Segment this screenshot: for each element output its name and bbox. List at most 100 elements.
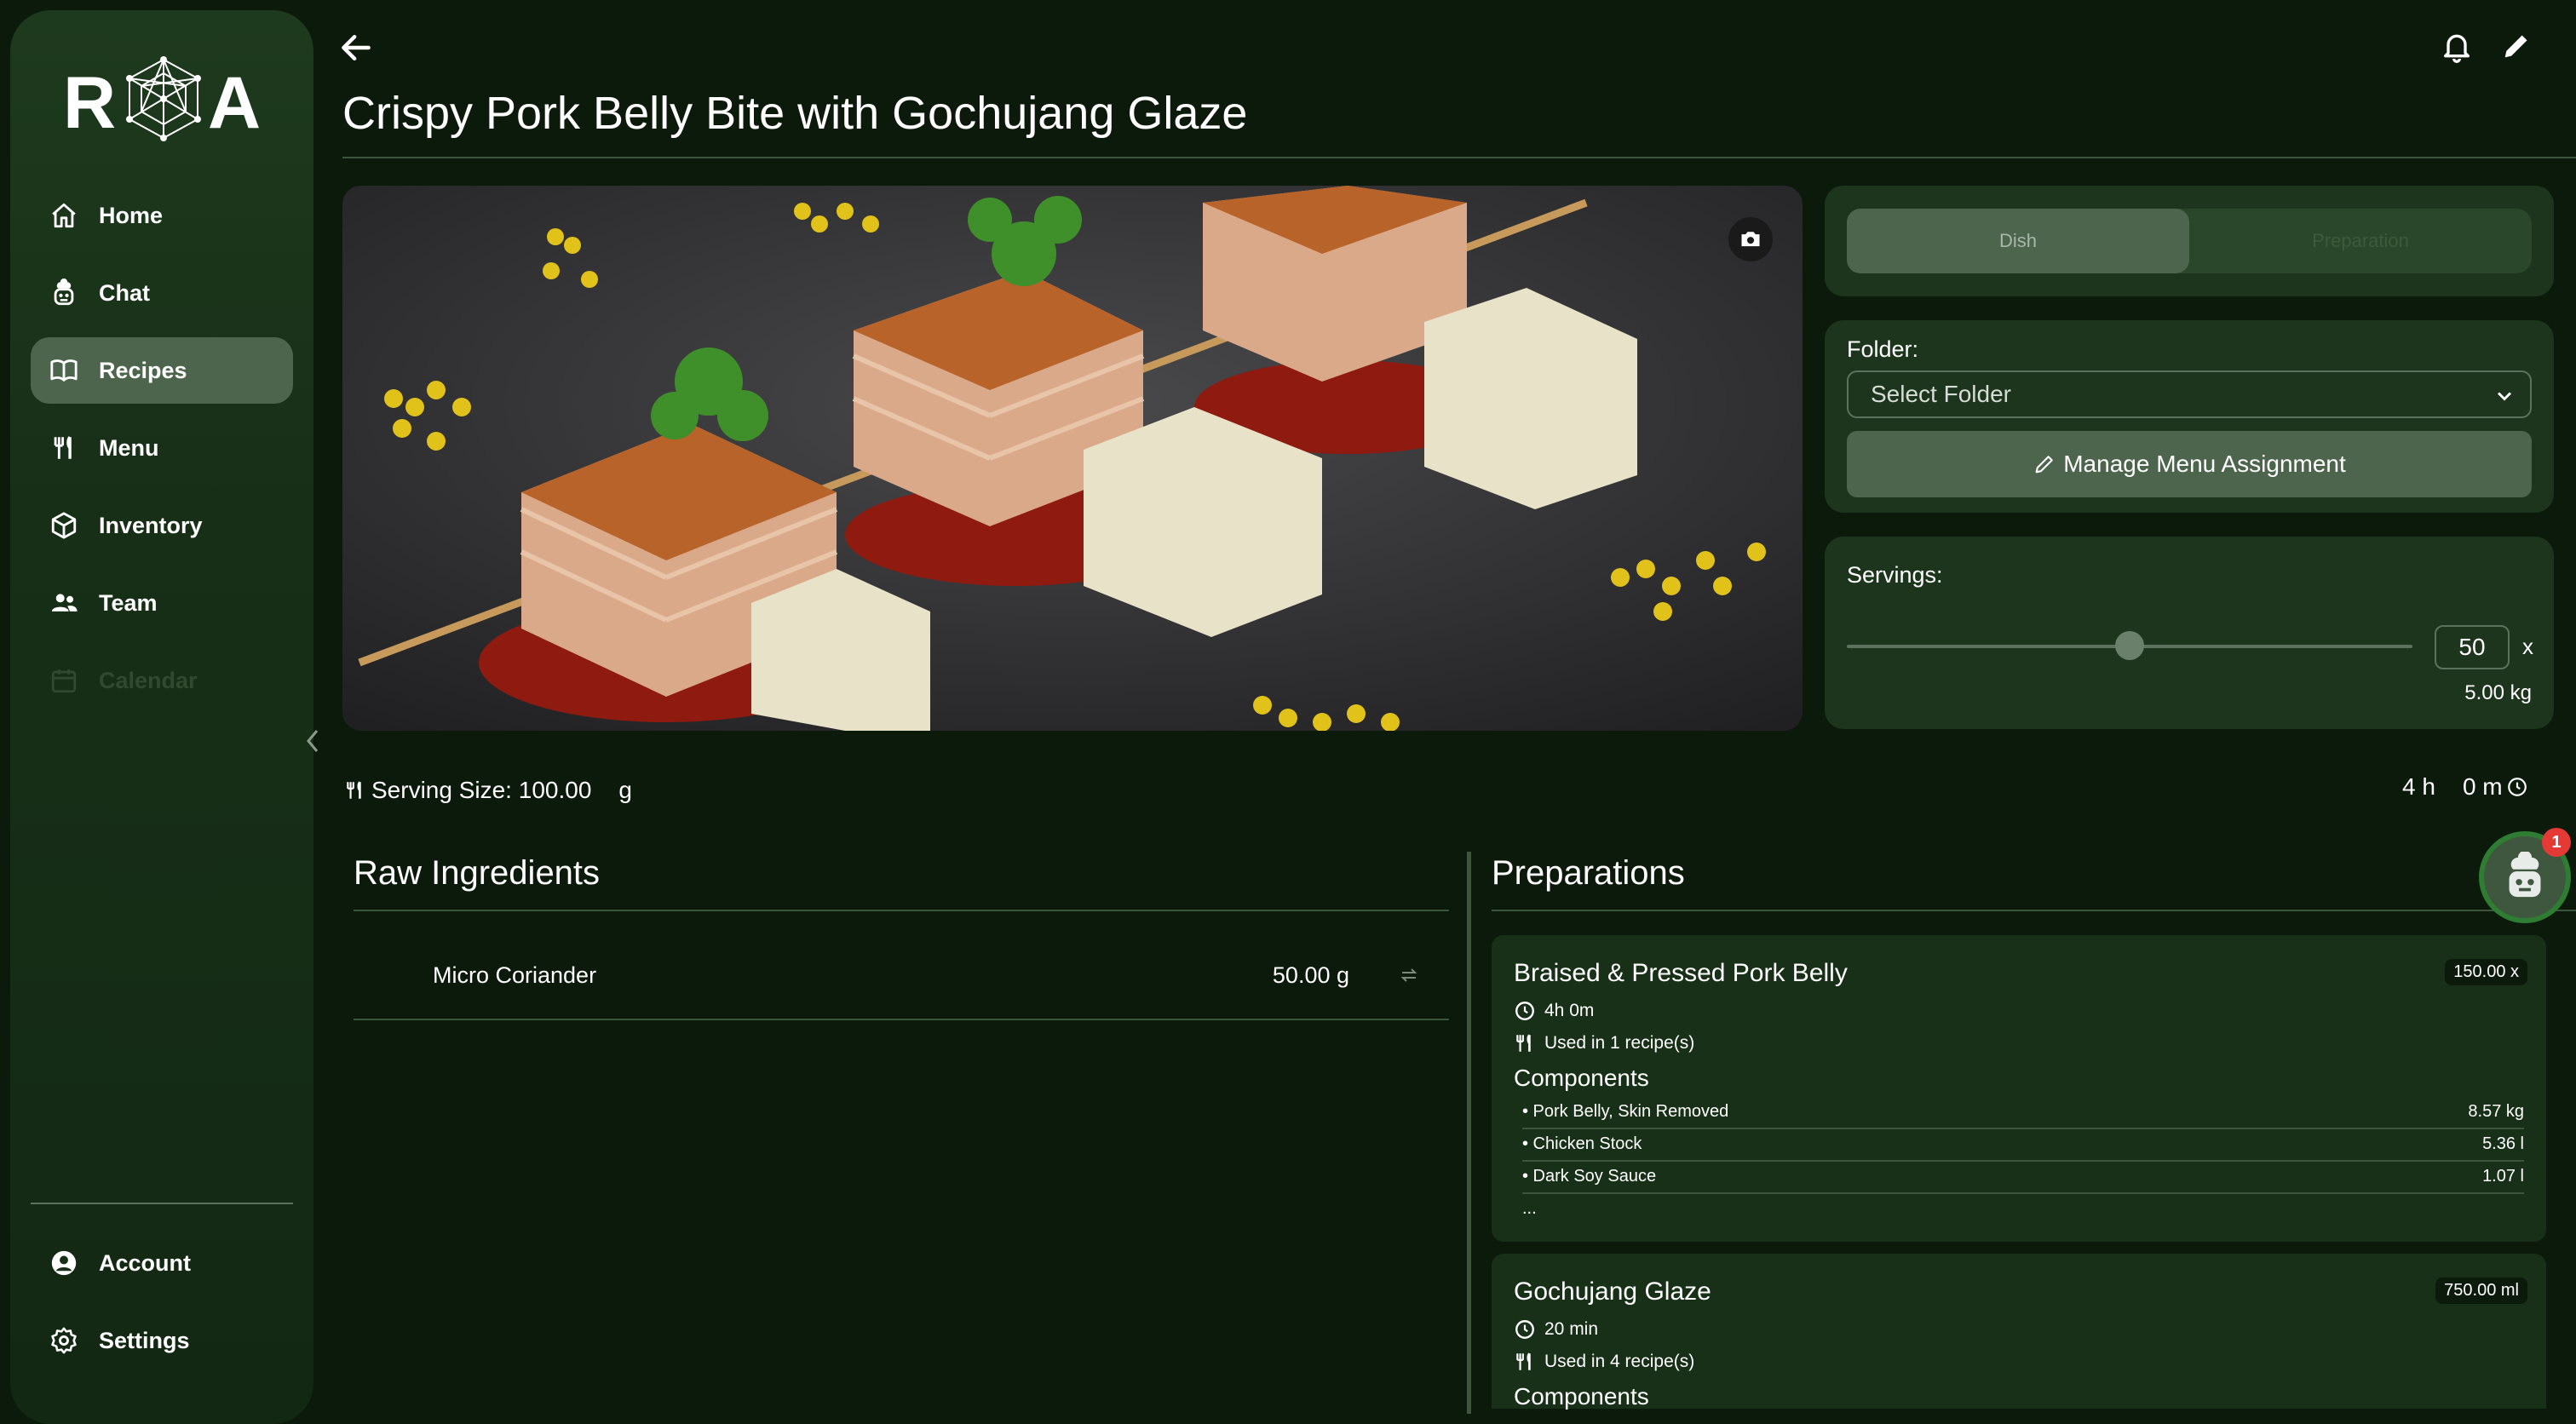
bell-icon[interactable] <box>2440 29 2474 63</box>
time-minutes: 0 m <box>2462 773 2503 800</box>
title-divider <box>342 157 2576 158</box>
preparation-usage-value: Used in 1 recipe(s) <box>1544 1033 1695 1053</box>
preparation-usage-value: Used in 4 recipe(s) <box>1544 1352 1695 1371</box>
sidebar-item-calendar: Calendar <box>31 647 293 714</box>
chef-bot-icon <box>54 278 74 306</box>
view-toggle: Dish Preparation <box>1847 209 2532 273</box>
sidebar-item-account[interactable]: Account <box>31 1230 293 1296</box>
servings-multiplier: x <box>2522 634 2533 659</box>
servings-input[interactable]: 50 <box>2435 625 2510 669</box>
clock-icon <box>1515 1002 1534 1020</box>
sidebar-item-label: Home <box>99 202 164 228</box>
sidebar-item-label: Account <box>99 1249 191 1276</box>
component-quantity: 1.07 l <box>2482 1167 2524 1186</box>
ingredient-row-divider <box>354 1019 1449 1020</box>
ingredient-quantity: 50.00 g <box>1272 962 1349 988</box>
folder-select-value: Select Folder <box>1871 381 2011 407</box>
sidebar-item-label: Inventory <box>99 512 203 538</box>
sidebar-item-label: Chat <box>99 279 150 306</box>
sidebar-item-inventory[interactable]: Inventory <box>31 492 293 559</box>
raw-ingredients-divider <box>354 910 1449 911</box>
preparation-name: Gochujang Glaze <box>1514 1278 1711 1306</box>
serving-size-unit: g <box>618 777 632 803</box>
serving-size: Serving Size: 100.00 g <box>344 777 632 804</box>
preparation-card[interactable]: Gochujang Glaze 750.00 ml 20 min Used in… <box>1492 1254 2546 1410</box>
page-title: Crispy Pork Belly Bite with Gochujang Gl… <box>342 88 1248 139</box>
sidebar-item-label: Calendar <box>99 667 198 693</box>
clock-icon <box>2507 778 2527 796</box>
utensils-icon <box>347 781 361 799</box>
manage-menu-assignment-button[interactable]: Manage Menu Assignment <box>1847 431 2532 497</box>
chef-bot-icon <box>2509 852 2541 898</box>
sidebar-item-chat[interactable]: Chat <box>31 260 293 326</box>
camera-icon <box>1741 232 1760 247</box>
calendar-icon <box>51 669 77 693</box>
preparation-usage: Used in 1 recipe(s) <box>1514 1032 1694 1054</box>
preparation-time-value: 4h 0m <box>1544 1001 1595 1020</box>
home-icon <box>52 203 76 228</box>
servings-total-weight: 5.00 kg <box>2464 681 2532 704</box>
preparation-card[interactable]: Braised & Pressed Pork Belly 150.00 x 4h… <box>1492 935 2546 1242</box>
logo-network-icon <box>126 56 201 141</box>
servings-slider-thumb[interactable] <box>2115 631 2144 660</box>
preparation-time-value: 20 min <box>1544 1319 1599 1339</box>
sidebar-item-label: Recipes <box>99 357 187 383</box>
serving-size-value: Serving Size: 100.00 <box>371 777 592 803</box>
components-more: ... <box>1522 1199 1537 1218</box>
utensils-icon <box>54 436 72 459</box>
preparation-time: 20 min <box>1514 1318 1598 1341</box>
change-photo-button[interactable] <box>1728 217 1773 261</box>
components-heading: Components <box>1514 1065 1649 1091</box>
team-icon <box>51 594 78 612</box>
preparation-yield-badge: 750.00 ml <box>2435 1278 2527 1304</box>
swap-icon[interactable] <box>1397 965 1421 985</box>
sidebar-item-team[interactable]: Team <box>31 570 293 636</box>
utensils-icon <box>1516 1352 1531 1370</box>
ingredient-name: Micro Coriander <box>433 962 597 988</box>
component-row: • Chicken Stock 5.36 l <box>1522 1129 2524 1162</box>
sidebar: R A Home Chat Recipes Menu Inventory Tea… <box>10 10 313 1424</box>
sidebar-item-label: Settings <box>99 1327 190 1353</box>
notification-badge: 1 <box>2542 828 2571 857</box>
collapse-sidebar-chevron-icon[interactable] <box>302 726 325 756</box>
tab-preparation[interactable]: Preparation <box>2189 209 2532 273</box>
component-quantity: 8.57 kg <box>2468 1102 2524 1121</box>
sidebar-item-menu[interactable]: Menu <box>31 415 293 481</box>
preparation-usage: Used in 4 recipe(s) <box>1514 1351 1694 1373</box>
utensils-icon <box>1516 1034 1531 1052</box>
book-icon <box>50 359 78 382</box>
sidebar-divider <box>31 1203 293 1204</box>
back-arrow-icon[interactable] <box>337 29 375 66</box>
gear-icon <box>51 1327 77 1354</box>
chevron-down-icon <box>2497 392 2512 401</box>
preparation-yield-badge: 150.00 x <box>2445 959 2527 985</box>
preparations-divider <box>1492 910 2576 911</box>
component-row: • Pork Belly, Skin Removed 8.57 kg <box>1522 1097 2524 1129</box>
box-icon <box>51 512 77 539</box>
tab-dish[interactable]: Dish <box>1847 209 2189 273</box>
logo-letter-r: R <box>63 62 117 144</box>
folder-label: Folder: <box>1847 336 1919 362</box>
sidebar-item-settings[interactable]: Settings <box>31 1307 293 1374</box>
component-quantity: 5.36 l <box>2482 1134 2524 1153</box>
preparation-name: Braised & Pressed Pork Belly <box>1514 959 1848 987</box>
column-divider <box>1467 852 1471 1414</box>
pencil-icon <box>2035 456 2054 474</box>
sidebar-item-label: Menu <box>99 434 159 461</box>
logo-letter-a: A <box>208 62 262 144</box>
clock-icon <box>1515 1320 1534 1339</box>
folder-select[interactable]: Select Folder <box>1847 370 2532 418</box>
account-icon <box>51 1250 77 1276</box>
preparation-time: 4h 0m <box>1514 1000 1594 1022</box>
sidebar-item-home[interactable]: Home <box>31 182 293 249</box>
edit-pencil-icon[interactable] <box>2499 29 2533 63</box>
manage-menu-assignment-label: Manage Menu Assignment <box>2063 451 2346 477</box>
dish-image <box>342 186 1803 731</box>
raw-ingredients-title: Raw Ingredients <box>354 854 601 892</box>
preparations-title: Preparations <box>1492 854 1685 892</box>
sidebar-item-recipes[interactable]: Recipes <box>31 337 293 404</box>
component-name: • Pork Belly, Skin Removed <box>1522 1102 1729 1121</box>
time-hours: 4 h <box>2402 773 2435 800</box>
component-row: • Dark Soy Sauce 1.07 l <box>1522 1162 2524 1194</box>
components-heading: Components <box>1514 1383 1649 1410</box>
